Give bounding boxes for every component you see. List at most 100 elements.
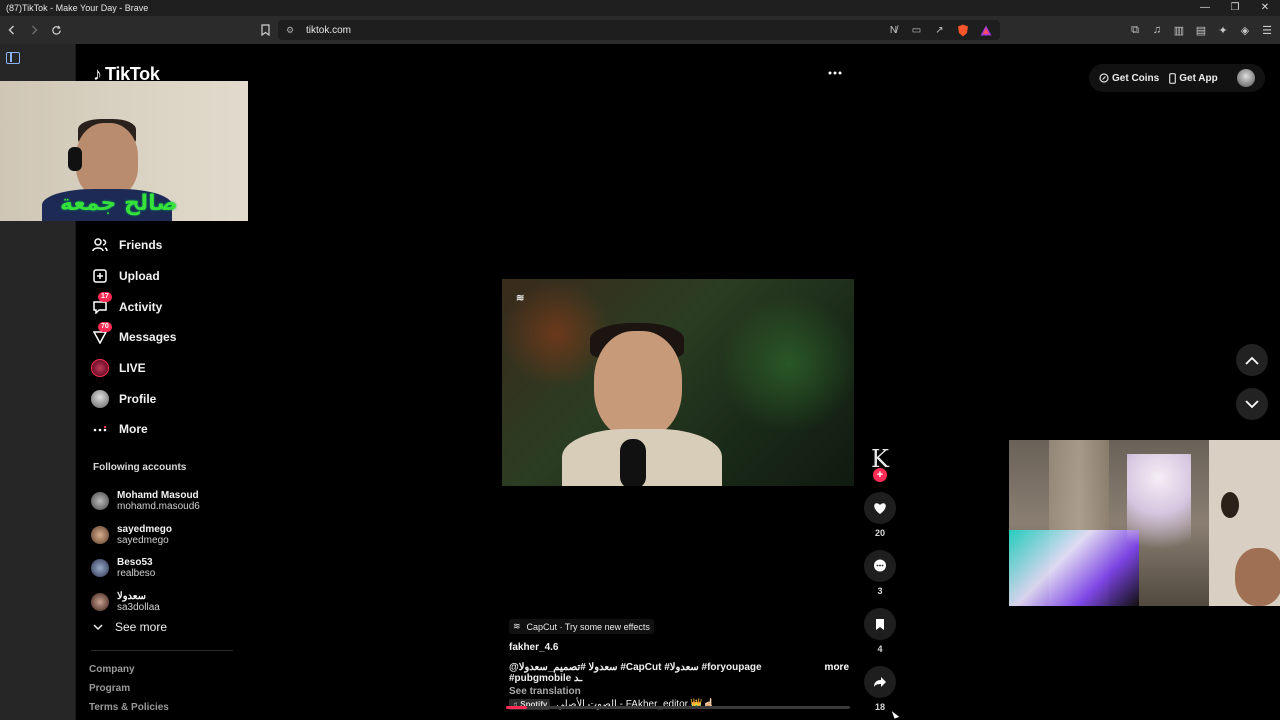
nav-label: LIVE: [119, 361, 146, 376]
share-count: 18: [874, 702, 885, 712]
creator-avatar[interactable]: K +: [863, 442, 897, 482]
save-action[interactable]: 4: [863, 608, 897, 654]
get-coins-button[interactable]: Get Coins: [1099, 73, 1159, 84]
nav-messages[interactable]: 70 Messages: [91, 322, 176, 353]
following-name: سعدولا: [117, 590, 146, 602]
room-webcam: [1009, 440, 1280, 606]
video-player[interactable]: ≋: [502, 279, 854, 486]
follow-plus-icon[interactable]: +: [873, 468, 887, 482]
brave-rewards-icon[interactable]: [979, 24, 992, 37]
following-name: Beso53: [117, 557, 153, 569]
following-handle: sayedmego: [117, 534, 169, 546]
tab-search-icon[interactable]: ⧉: [1128, 23, 1142, 37]
video-actions: K + 20 3 4 18: [863, 442, 897, 712]
arrow-right-icon: [32, 25, 38, 35]
nav-profile[interactable]: Profile: [91, 383, 176, 414]
forward-button[interactable]: [24, 20, 44, 40]
streamer-webcam: صالح جمعة: [0, 81, 248, 221]
heart-icon: [874, 502, 886, 514]
wallet-icon[interactable]: ▤: [1194, 23, 1208, 37]
description-text: @سعدولا #تصميم_سعدولا #CapCut #سعدولا #f…: [509, 662, 762, 684]
nav-label: More: [119, 422, 148, 437]
following-item[interactable]: sayedmego sayedmego: [91, 518, 200, 552]
share-icon[interactable]: ↗: [933, 24, 946, 37]
see-translation-link[interactable]: See translation: [509, 686, 849, 697]
profile-avatar-icon: [91, 389, 109, 408]
sidebar-panel-icon[interactable]: [6, 52, 20, 64]
tiktok-page: ♪ TikTok Friends Upload 17 Activity 70 M…: [77, 44, 1280, 720]
following-item[interactable]: سعدولا sa3dollaa: [91, 585, 200, 619]
leo-ai-icon[interactable]: ✦: [1216, 23, 1230, 37]
site-info-icon[interactable]: ⚙: [286, 25, 300, 36]
share-action[interactable]: 18: [863, 666, 897, 712]
nav-activity[interactable]: 17 Activity: [91, 291, 176, 322]
nav-more[interactable]: More: [91, 414, 176, 445]
video-progress-bar[interactable]: [506, 706, 850, 709]
see-more-button[interactable]: See more: [93, 620, 167, 634]
user-avatar[interactable]: [1237, 69, 1255, 87]
get-app-label: Get App: [1179, 72, 1218, 84]
following-list: Mohamd Masoud mohamd.masoud6 sayedmego s…: [91, 484, 200, 619]
close-window-button[interactable]: ✕: [1250, 0, 1280, 16]
translate-off-icon[interactable]: N̸: [887, 24, 900, 37]
back-button[interactable]: [2, 20, 22, 40]
sidebar-toggle-icon[interactable]: ▥: [1172, 23, 1186, 37]
author-name[interactable]: fakher_4.6: [509, 642, 849, 653]
following-title: Following accounts: [93, 462, 187, 473]
following-item[interactable]: Beso53 realbeso: [91, 551, 200, 585]
nav-upload[interactable]: Upload: [91, 261, 176, 292]
main-nav: Friends Upload 17 Activity 70 Messages L…: [91, 230, 176, 445]
url-text[interactable]: tiktok.com: [306, 25, 887, 36]
menu-icon[interactable]: ☰: [1260, 23, 1274, 37]
share-button[interactable]: [864, 666, 896, 698]
see-more-label: See more: [115, 620, 168, 634]
reload-button[interactable]: [46, 20, 66, 40]
chevron-up-icon: [1245, 356, 1259, 365]
bookmark-icon: [260, 24, 270, 36]
phone-icon: [1169, 72, 1177, 84]
sidebar-divider: [91, 650, 233, 651]
nav-friends[interactable]: Friends: [91, 230, 176, 261]
following-item[interactable]: Mohamd Masoud mohamd.masoud6: [91, 484, 200, 518]
bookmark-button[interactable]: [258, 20, 272, 40]
following-name: Mohamd Masoud: [117, 489, 199, 501]
maximize-button[interactable]: ❐: [1220, 0, 1250, 16]
video-description: @سعدولا #تصميم_سعدولا #CapCut #سعدولا #f…: [509, 662, 849, 684]
previous-video-button[interactable]: [1236, 344, 1268, 376]
media-icon[interactable]: ♫: [1150, 23, 1164, 37]
footer-link-program[interactable]: Program: [89, 683, 169, 702]
more-options-button[interactable]: [828, 62, 842, 80]
comment-button[interactable]: [864, 550, 896, 582]
avatar: [91, 592, 109, 611]
activity-badge: 17: [98, 291, 112, 302]
more-horizontal-icon: [828, 71, 842, 75]
like-action[interactable]: 20: [863, 492, 897, 538]
comment-action[interactable]: 3: [863, 550, 897, 596]
minimize-button[interactable]: —: [1190, 0, 1220, 16]
following-name: sayedmego: [117, 523, 173, 535]
get-app-button[interactable]: Get App: [1169, 73, 1218, 84]
video-caption: ≋ CapCut · Try some new effects fakher_4…: [509, 616, 849, 710]
messages-icon: 70: [91, 322, 112, 346]
more-dots-icon: [91, 420, 109, 438]
brave-shields-icon[interactable]: [956, 24, 969, 37]
reload-icon: [51, 25, 61, 35]
footer-link-company[interactable]: Company: [89, 664, 169, 683]
chevron-down-icon: [93, 623, 103, 630]
vpn-icon[interactable]: ◈: [1238, 23, 1252, 37]
capcut-tag[interactable]: ≋ CapCut · Try some new effects: [509, 619, 654, 634]
following-handle: sa3dollaa: [117, 601, 160, 613]
footer-link-terms[interactable]: Terms & Policies: [89, 702, 169, 720]
browser-toolbar: ⚙ tiktok.com N̸ ▭ ↗ ⧉ ♫ ▥ ▤ ✦ ◈ ☰: [0, 16, 1280, 44]
avatar: [91, 525, 109, 544]
upload-icon: [91, 267, 109, 285]
like-button[interactable]: [864, 492, 896, 524]
address-bar[interactable]: ⚙ tiktok.com N̸ ▭ ↗: [278, 20, 1000, 40]
more-link[interactable]: more: [825, 662, 849, 684]
next-video-button[interactable]: [1236, 388, 1268, 420]
comment-count: 3: [877, 586, 883, 596]
nav-live[interactable]: LIVE: [91, 353, 176, 384]
save-button[interactable]: [864, 608, 896, 640]
cast-icon[interactable]: ▭: [910, 24, 923, 37]
like-count: 20: [874, 528, 885, 538]
